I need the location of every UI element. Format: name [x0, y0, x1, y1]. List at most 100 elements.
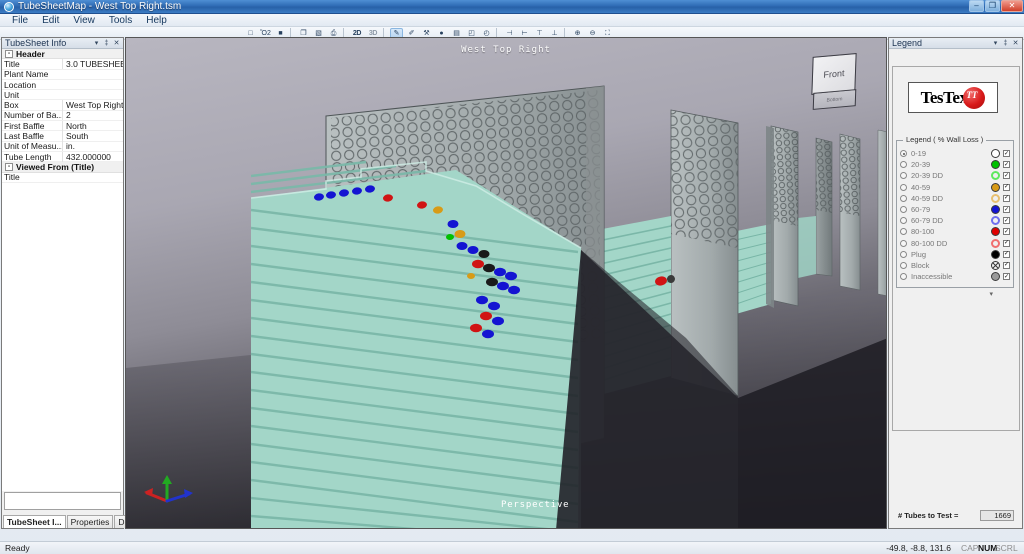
- property-category-header[interactable]: - Header: [2, 49, 123, 60]
- property-key: Box: [4, 100, 19, 111]
- legend-radio-button[interactable]: [900, 150, 907, 158]
- legend-row[interactable]: 40-59 DD ✓: [900, 193, 1010, 204]
- property-value[interactable]: 3.0 TUBESHEET ...: [62, 58, 123, 69]
- legend-visibility-checkbox[interactable]: ✓: [1003, 206, 1010, 214]
- legend-visibility-checkbox[interactable]: ✓: [1003, 172, 1010, 180]
- property-row[interactable]: Location: [2, 80, 123, 91]
- menu-item-view[interactable]: View: [66, 14, 102, 27]
- legend-radio-button[interactable]: [900, 228, 907, 236]
- property-value[interactable]: 432.000000: [62, 151, 123, 162]
- legend-color-swatch[interactable]: [991, 272, 1000, 282]
- legend-radio-button[interactable]: [900, 273, 907, 281]
- property-row[interactable]: Title 3.0 TUBESHEET ...: [2, 58, 123, 70]
- property-row[interactable]: Unit of Measu... in.: [2, 141, 123, 152]
- legend-visibility-checkbox[interactable]: ✓: [1003, 239, 1010, 247]
- legend-visibility-checkbox[interactable]: ✓: [1003, 217, 1010, 225]
- category-expander-icon[interactable]: -: [5, 49, 13, 58]
- property-key: First Baffle: [4, 120, 45, 131]
- legend-visibility-checkbox[interactable]: ✓: [1003, 250, 1010, 258]
- legend-row[interactable]: Block ✓: [900, 260, 1010, 271]
- legend-visibility-checkbox[interactable]: ✓: [1003, 150, 1010, 158]
- property-value[interactable]: South: [62, 131, 123, 142]
- legend-panel-close-icon[interactable]: ✕: [1011, 39, 1020, 48]
- legend-label: 80-100 DD: [911, 238, 948, 248]
- maximize-button[interactable]: ❐: [985, 0, 1000, 12]
- legend-radio-button[interactable]: [900, 206, 907, 214]
- viewport-title: West Top Right: [461, 45, 551, 55]
- property-value[interactable]: 2: [62, 110, 123, 121]
- tubesheet-info-panel-title: TubeSheet Info: [5, 38, 67, 48]
- orientation-cube[interactable]: Front Bottom: [804, 52, 866, 113]
- legend-color-swatch[interactable]: [991, 193, 1000, 203]
- property-key: Last Baffle: [4, 131, 45, 142]
- property-row[interactable]: Last Baffle South: [2, 131, 123, 142]
- legend-radio-button[interactable]: [900, 239, 907, 247]
- minimize-button[interactable]: –: [969, 0, 984, 12]
- menu-item-file[interactable]: File: [5, 14, 35, 27]
- legend-visibility-checkbox[interactable]: ✓: [1003, 183, 1010, 191]
- orientation-cube-bottom-face[interactable]: Bottom: [812, 89, 857, 110]
- legend-color-swatch[interactable]: [991, 171, 1000, 181]
- close-button[interactable]: ✕: [1001, 0, 1023, 12]
- legend-visibility-checkbox[interactable]: ✓: [1003, 261, 1010, 269]
- tab-tubesheet-i[interactable]: TubeSheet I...: [3, 515, 66, 528]
- property-category-viewed-from-title[interactable]: - Viewed From (Title): [2, 162, 123, 173]
- legend-color-swatch[interactable]: [991, 160, 1000, 170]
- property-value[interactable]: in.: [62, 141, 123, 152]
- property-row[interactable]: First Baffle North: [2, 120, 123, 132]
- legend-row[interactable]: 20-39 ✓: [900, 159, 1010, 170]
- legend-radio-button[interactable]: [900, 183, 907, 191]
- menu-item-edit[interactable]: Edit: [35, 14, 66, 27]
- property-row[interactable]: Unit: [2, 90, 123, 101]
- legend-color-swatch[interactable]: [991, 205, 1000, 215]
- legend-scroll-down-icon[interactable]: ▾: [989, 290, 993, 298]
- legend-color-swatch[interactable]: [991, 149, 1000, 159]
- panel-menu-icon[interactable]: ▾: [92, 39, 101, 48]
- legend-row[interactable]: Inaccessible ✓: [900, 271, 1010, 282]
- property-row[interactable]: Number of Ba... 2: [2, 110, 123, 122]
- legend-panel-pin-icon[interactable]: ‡: [1001, 39, 1010, 48]
- menu-item-help[interactable]: Help: [139, 14, 174, 27]
- legend-visibility-checkbox[interactable]: ✓: [1003, 273, 1010, 281]
- legend-row[interactable]: 80-100 ✓: [900, 226, 1010, 237]
- legend-color-swatch[interactable]: [991, 182, 1000, 192]
- window-controls: – ❐ ✕: [969, 0, 1023, 12]
- legend-radio-button[interactable]: [900, 172, 907, 180]
- property-value[interactable]: North: [62, 120, 123, 131]
- legend-label: 80-100: [911, 227, 935, 237]
- legend-row[interactable]: 60-79 DD ✓: [900, 215, 1010, 226]
- legend-radio-button[interactable]: [900, 194, 907, 202]
- legend-color-swatch[interactable]: [991, 216, 1000, 226]
- legend-row[interactable]: 60-79 ✓: [900, 204, 1010, 215]
- menu-item-tools[interactable]: Tools: [102, 14, 139, 27]
- property-row[interactable]: Tube Length 432.000000: [2, 151, 123, 163]
- legend-radio-button[interactable]: [900, 161, 907, 169]
- legend-label: Inaccessible: [911, 272, 953, 282]
- legend-color-swatch[interactable]: [991, 249, 1000, 259]
- legend-visibility-checkbox[interactable]: ✓: [1003, 228, 1010, 236]
- legend-row[interactable]: 80-100 DD ✓: [900, 238, 1010, 249]
- legend-radio-button[interactable]: [900, 261, 907, 269]
- legend-radio-button[interactable]: [900, 250, 907, 258]
- property-value[interactable]: West Top Right: [62, 100, 123, 111]
- 3d-viewport[interactable]: West Top Right Perspective Front Bottom: [125, 37, 887, 529]
- tab-properties[interactable]: Properties: [66, 515, 114, 528]
- property-row[interactable]: Box West Top Right: [2, 100, 123, 111]
- legend-visibility-checkbox[interactable]: ✓: [1003, 194, 1010, 202]
- panel-close-icon[interactable]: ✕: [112, 39, 121, 48]
- panel-pin-icon[interactable]: ‡: [102, 39, 111, 48]
- legend-row[interactable]: 0-19 ✓: [900, 148, 1010, 159]
- legend-color-swatch[interactable]: [991, 238, 1000, 248]
- legend-color-swatch[interactable]: [991, 227, 1000, 237]
- legend-visibility-checkbox[interactable]: ✓: [1003, 161, 1010, 169]
- legend-color-swatch[interactable]: [991, 260, 1000, 270]
- legend-row[interactable]: 40-59 ✓: [900, 182, 1010, 193]
- legend-radio-button[interactable]: [900, 217, 907, 225]
- legend-row[interactable]: Plug ✓: [900, 249, 1010, 260]
- legend-panel-menu-icon[interactable]: ▾: [991, 39, 1000, 48]
- property-row[interactable]: Plant Name: [2, 69, 123, 80]
- property-grid[interactable]: -HeaderTitle3.0 TUBESHEET ...Plant NameL…: [2, 49, 123, 491]
- category-expander-icon[interactable]: -: [5, 162, 13, 171]
- legend-row[interactable]: 20-39 DD ✓: [900, 170, 1010, 181]
- property-row[interactable]: Title: [2, 172, 123, 183]
